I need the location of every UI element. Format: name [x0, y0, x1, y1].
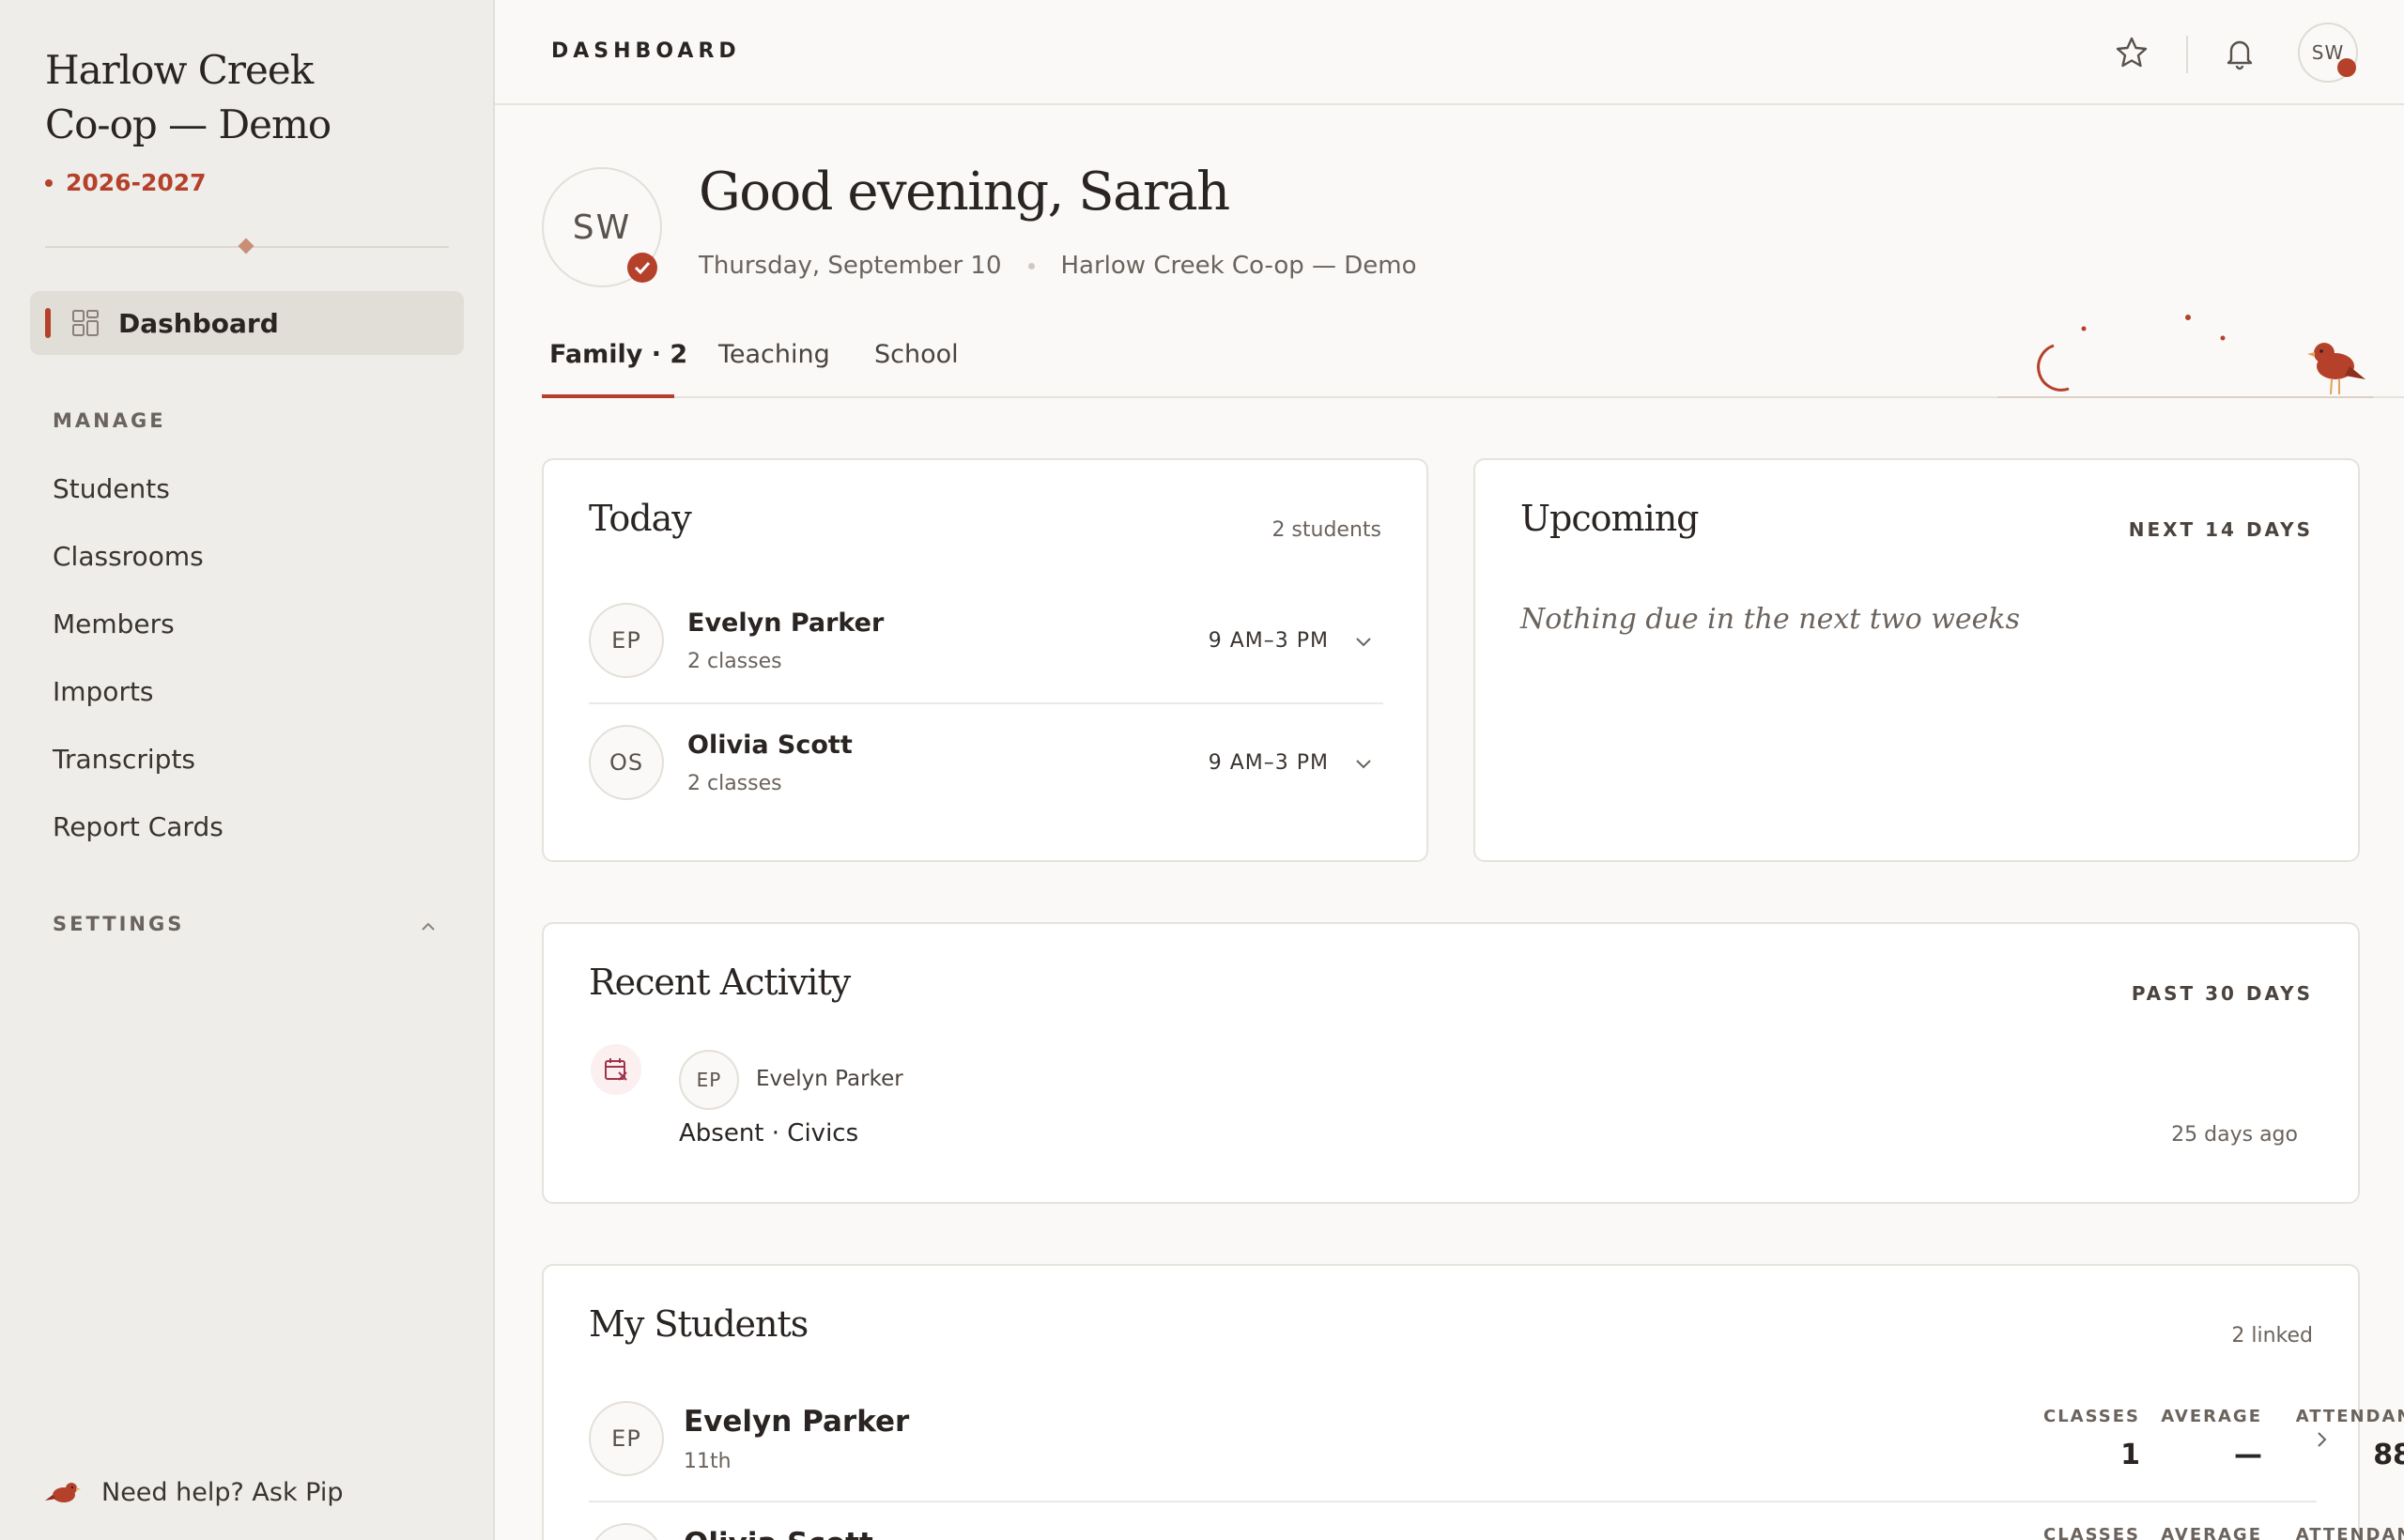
- evening-scene-illustration: [1997, 315, 2373, 398]
- sidebar-item-label: Dashboard: [118, 307, 279, 339]
- chevron-down-icon[interactable]: [1353, 753, 1374, 774]
- upcoming-title: Upcoming: [1520, 498, 1699, 539]
- student-schedule: 9 AM–3 PM: [1208, 629, 1329, 653]
- activity-description: Absent · Civics: [679, 1119, 859, 1147]
- hero-avatar: SW: [542, 167, 662, 287]
- active-indicator: [45, 308, 51, 338]
- sidebar-item-members[interactable]: Members: [53, 608, 175, 639]
- today-count: 2 students: [1271, 518, 1381, 542]
- stat-label-average: AVERAGE: [2161, 1525, 2262, 1540]
- tab-school[interactable]: School: [874, 340, 959, 369]
- tab-teaching[interactable]: Teaching: [718, 340, 830, 369]
- upcoming-card: Upcoming NEXT 14 DAYS Nothing due in the…: [1473, 458, 2360, 862]
- recent-activity-card: Recent Activity PAST 30 DAYS EP Evelyn P…: [542, 922, 2360, 1204]
- student-avatar: EP: [589, 603, 664, 678]
- user-avatar[interactable]: SW: [2298, 23, 2358, 83]
- stat-label-attendance: ATTENDANCE: [2295, 1525, 2404, 1540]
- chevron-down-icon[interactable]: [1353, 631, 1374, 652]
- sidebar-item-classrooms[interactable]: Classrooms: [53, 541, 204, 572]
- breadcrumb: DASHBOARD: [551, 39, 741, 63]
- student-grade: 11th: [684, 1450, 732, 1473]
- upcoming-empty-message: Nothing due in the next two weeks: [1520, 603, 2020, 636]
- dashboard-grid-icon: [72, 310, 99, 336]
- help-label: Need help? Ask Pip: [101, 1478, 344, 1507]
- chevron-right-icon[interactable]: [2311, 1429, 2332, 1450]
- top-bar: DASHBOARD SW: [495, 0, 2404, 105]
- student-avatar: OS: [589, 1523, 664, 1540]
- today-title: Today: [589, 498, 692, 539]
- current-date: Thursday, September 10: [699, 252, 1002, 280]
- student-classes: 2 classes: [687, 772, 782, 795]
- school-year-label: 2026-2027: [66, 169, 207, 196]
- students-title: My Students: [589, 1303, 809, 1345]
- org-label: Harlow Creek Co-op — Demo: [1060, 252, 1417, 280]
- stat-value-classes: 1: [2120, 1439, 2140, 1471]
- active-tab-underline: [542, 394, 674, 398]
- stat-label-classes: CLASSES: [2043, 1407, 2140, 1426]
- stat-label-attendance: ATTENDANCE: [2295, 1407, 2404, 1426]
- students-count: 2 linked: [2231, 1324, 2313, 1348]
- sidebar-item-imports[interactable]: Imports: [53, 676, 154, 707]
- main-content: DASHBOARD SW SW Good evening, Sarah Thur…: [495, 0, 2404, 1540]
- activity-range: PAST 30 DAYS: [2131, 982, 2313, 1005]
- sidebar-item-transcripts[interactable]: Transcripts: [53, 744, 195, 775]
- org-name: Harlow Creek Co-op — Demo: [45, 43, 458, 152]
- student-schedule: 9 AM–3 PM: [1208, 751, 1329, 775]
- hero-subline: Thursday, September 10 Harlow Creek Co-o…: [699, 252, 1417, 280]
- sidebar-item-dashboard[interactable]: Dashboard: [30, 291, 464, 355]
- sidebar-item-report-cards[interactable]: Report Cards: [53, 811, 223, 842]
- student-avatar: OS: [589, 725, 664, 800]
- chevron-up-icon[interactable]: [417, 916, 439, 938]
- absent-calendar-icon: [591, 1044, 641, 1095]
- upcoming-range: NEXT 14 DAYS: [2128, 518, 2313, 541]
- row-divider: [589, 1501, 2317, 1502]
- section-settings[interactable]: SETTINGS: [53, 913, 184, 935]
- org-name-line1: Harlow Creek: [45, 47, 314, 93]
- activity-avatar: EP: [679, 1050, 739, 1110]
- verified-badge-icon: [2337, 58, 2356, 77]
- year-dot-icon: [45, 178, 53, 187]
- my-students-card: My Students 2 linked EP Evelyn Parker 11…: [542, 1264, 2404, 1540]
- stat-label-average: AVERAGE: [2161, 1407, 2262, 1426]
- student-classes: 2 classes: [687, 650, 782, 673]
- student-name: Olivia Scott: [687, 731, 853, 760]
- student-name: Evelyn Parker: [684, 1405, 910, 1439]
- bell-icon[interactable]: [2221, 34, 2258, 71]
- help-link[interactable]: Need help? Ask Pip: [45, 1478, 344, 1507]
- star-icon[interactable]: [2113, 34, 2150, 71]
- row-divider: [589, 702, 1383, 704]
- org-name-line2: Co-op — Demo: [45, 101, 331, 147]
- today-card: Today 2 students EP Evelyn Parker 2 clas…: [542, 458, 1428, 862]
- student-name: Evelyn Parker: [687, 608, 885, 638]
- greeting-heading: Good evening, Sarah: [699, 162, 1230, 223]
- sidebar: Harlow Creek Co-op — Demo 2026-2027 Dash…: [0, 0, 495, 1540]
- section-manage: MANAGE: [53, 409, 166, 432]
- activity-student-name[interactable]: Evelyn Parker: [756, 1067, 903, 1091]
- sidebar-item-students[interactable]: Students: [53, 473, 170, 504]
- hero-avatar-initials: SW: [572, 208, 632, 247]
- activity-title: Recent Activity: [589, 962, 851, 1003]
- student-avatar: EP: [589, 1401, 664, 1476]
- student-name: Olivia Scott: [684, 1527, 873, 1540]
- verified-badge-icon: [627, 253, 657, 283]
- topbar-separator: [2186, 36, 2188, 73]
- dot-separator: [1027, 262, 1035, 270]
- bird-icon: [45, 1482, 81, 1502]
- tab-family[interactable]: Family · 2: [549, 340, 687, 369]
- diamond-icon: [238, 238, 254, 254]
- school-year[interactable]: 2026-2027: [45, 169, 207, 196]
- stat-value-average: —: [2234, 1439, 2262, 1471]
- sidebar-divider: [45, 238, 449, 254]
- activity-timestamp: 25 days ago: [2171, 1123, 2298, 1147]
- stat-label-classes: CLASSES: [2043, 1525, 2140, 1540]
